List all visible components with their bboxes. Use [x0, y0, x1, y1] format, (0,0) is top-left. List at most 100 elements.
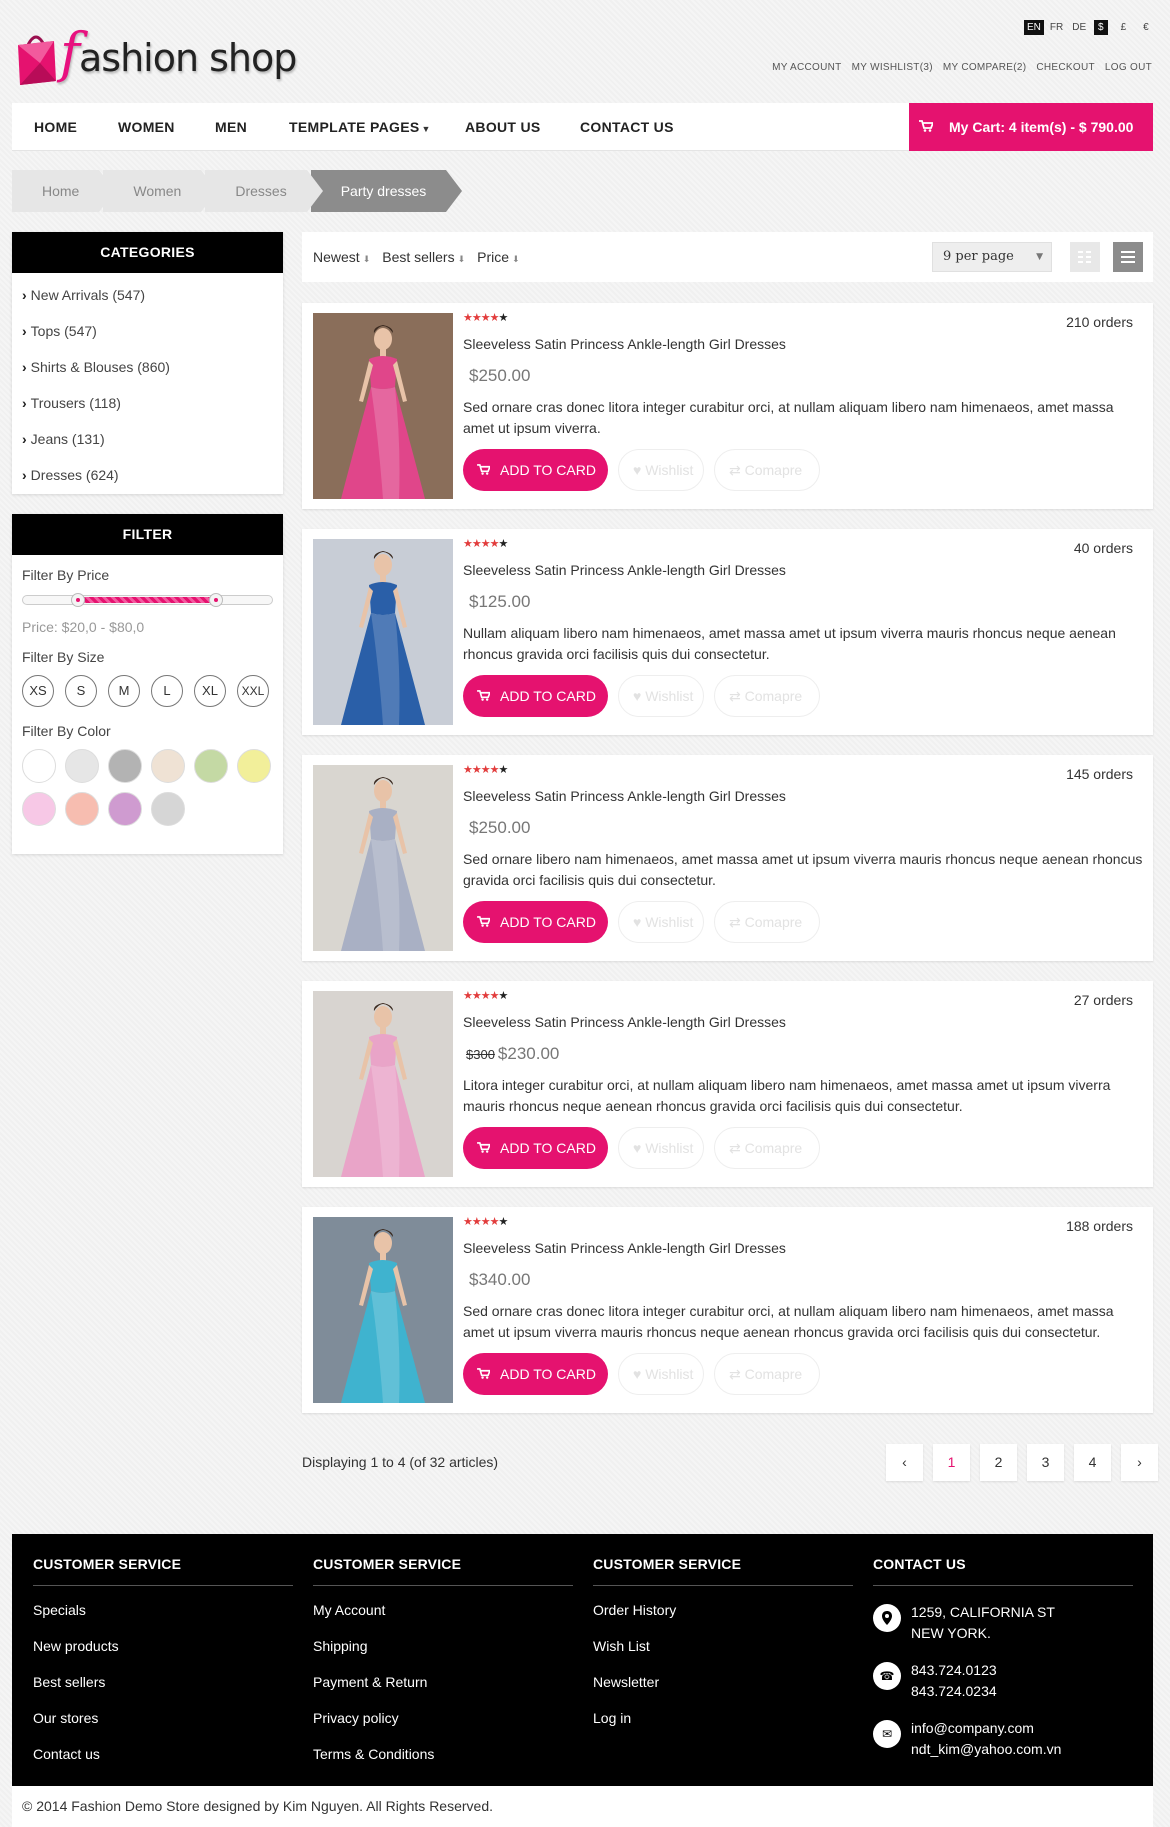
footer-link-wish-list[interactable]: Wish List — [593, 1638, 853, 1674]
product-name[interactable]: Sleeveless Satin Princess Ankle-length G… — [463, 1240, 786, 1256]
currency-gbp[interactable]: £ — [1117, 20, 1131, 35]
size-s[interactable]: S — [65, 675, 97, 707]
list-view-button[interactable] — [1113, 242, 1143, 272]
lang-en[interactable]: EN — [1024, 20, 1044, 35]
pagination-page-4[interactable]: 4 — [1074, 1444, 1111, 1481]
price-slider[interactable] — [22, 593, 273, 607]
category-item[interactable]: › Trousers (118) — [12, 385, 283, 421]
footer-link-terms[interactable]: Terms & Conditions — [313, 1746, 573, 1782]
wishlist-button[interactable]: ♥ Wishlist — [618, 1127, 704, 1169]
product-image[interactable] — [313, 991, 453, 1177]
logout-link[interactable]: LOG OUT — [1105, 62, 1152, 73]
wishlist-button[interactable]: ♥ Wishlist — [618, 1353, 704, 1395]
sort-best-sellers[interactable]: Best sellers ⬇ — [382, 249, 465, 265]
footer-link-new-products[interactable]: New products — [33, 1638, 293, 1674]
color-swatch[interactable] — [151, 749, 185, 783]
breadcrumb-home[interactable]: Home — [12, 170, 116, 212]
footer-link-contact-us[interactable]: Contact us — [33, 1746, 293, 1782]
size-xxl[interactable]: XXL — [237, 675, 269, 707]
footer-link-shipping[interactable]: Shipping — [313, 1638, 573, 1674]
product-image[interactable] — [313, 313, 453, 499]
nav-template-pages[interactable]: TEMPLATE PAGES ▼ — [289, 119, 430, 135]
nav-about-us[interactable]: ABOUT US — [465, 119, 541, 135]
footer-link-best-sellers[interactable]: Best sellers — [33, 1674, 293, 1710]
add-to-cart-button[interactable]: ADD TO CARD — [463, 675, 608, 717]
product-image[interactable] — [313, 539, 453, 725]
color-swatch[interactable] — [108, 792, 142, 826]
breadcrumb-women[interactable]: Women — [103, 170, 218, 212]
wishlist-button[interactable]: ♥ Wishlist — [618, 449, 704, 491]
color-swatch[interactable] — [22, 749, 56, 783]
grid-view-button[interactable] — [1070, 242, 1100, 272]
nav-contact-us[interactable]: CONTACT US — [580, 119, 674, 135]
compare-button[interactable]: ⇄ Comapre — [714, 449, 820, 491]
pagination-prev[interactable]: ‹ — [886, 1444, 923, 1481]
size-xs[interactable]: XS — [22, 675, 54, 707]
size-m[interactable]: M — [108, 675, 140, 707]
category-item[interactable]: › Shirts & Blouses (860) — [12, 349, 283, 385]
product-name[interactable]: Sleeveless Satin Princess Ankle-length G… — [463, 788, 786, 804]
add-to-cart-button[interactable]: ADD TO CARD — [463, 901, 608, 943]
currency-eur[interactable]: € — [1139, 20, 1153, 35]
phone-2[interactable]: 843.724.0234 — [911, 1681, 997, 1702]
nav-women[interactable]: WOMEN — [118, 119, 175, 135]
phone-1[interactable]: 843.724.0123 — [911, 1660, 997, 1681]
color-swatch[interactable] — [151, 792, 185, 826]
pagination-page-1[interactable]: 1 — [933, 1444, 970, 1481]
sort-newest[interactable]: Newest ⬇ — [313, 249, 370, 265]
add-to-cart-button[interactable]: ADD TO CARD — [463, 449, 608, 491]
wishlist-button[interactable]: ♥ Wishlist — [618, 901, 704, 943]
footer-link-order-history[interactable]: Order History — [593, 1602, 853, 1638]
color-swatch[interactable] — [65, 792, 99, 826]
category-item[interactable]: › Jeans (131) — [12, 421, 283, 457]
compare-button[interactable]: ⇄ Comapre — [714, 1353, 820, 1395]
nav-home[interactable]: HOME — [34, 119, 77, 135]
pagination-page-2[interactable]: 2 — [980, 1444, 1017, 1481]
category-item[interactable]: › New Arrivals (547) — [12, 277, 283, 313]
wishlist-button[interactable]: ♥ Wishlist — [618, 675, 704, 717]
footer-link-specials[interactable]: Specials — [33, 1602, 293, 1638]
price-min-handle[interactable] — [71, 593, 85, 607]
category-item[interactable]: › Dresses (624) — [12, 457, 283, 493]
footer-link-my-account[interactable]: My Account — [313, 1602, 573, 1638]
pagination-next[interactable]: › — [1121, 1444, 1158, 1481]
lang-de[interactable]: DE — [1069, 20, 1089, 35]
email-2[interactable]: ndt_kim@yahoo.com.vn — [911, 1739, 1061, 1760]
my-account-link[interactable]: MY ACCOUNT — [772, 62, 842, 73]
cart-button[interactable]: My Cart: 4 item(s) - $ 790.00 — [909, 103, 1153, 151]
price-max-handle[interactable] — [209, 593, 223, 607]
color-swatch[interactable] — [237, 749, 271, 783]
currency-usd[interactable]: $ — [1094, 20, 1108, 35]
compare-button[interactable]: ⇄ Comapre — [714, 1127, 820, 1169]
lang-fr[interactable]: FR — [1047, 20, 1066, 35]
color-swatch[interactable] — [22, 792, 56, 826]
site-logo[interactable]: fashion shop — [14, 22, 297, 89]
footer-link-log-in[interactable]: Log in — [593, 1710, 853, 1746]
email-1[interactable]: info@company.com — [911, 1718, 1061, 1739]
add-to-cart-button[interactable]: ADD TO CARD — [463, 1127, 608, 1169]
compare-button[interactable]: ⇄ Comapre — [714, 901, 820, 943]
product-name[interactable]: Sleeveless Satin Princess Ankle-length G… — [463, 1014, 786, 1030]
product-name[interactable]: Sleeveless Satin Princess Ankle-length G… — [463, 336, 786, 352]
footer-link-our-stores[interactable]: Our stores — [33, 1710, 293, 1746]
checkout-link[interactable]: CHECKOUT — [1036, 62, 1095, 73]
my-compare-link[interactable]: MY COMPARE(2) — [943, 62, 1027, 73]
compare-button[interactable]: ⇄ Comapre — [714, 675, 820, 717]
nav-men[interactable]: MEN — [215, 119, 247, 135]
footer-link-newsletter[interactable]: Newsletter — [593, 1674, 853, 1710]
color-swatch[interactable] — [194, 749, 228, 783]
size-l[interactable]: L — [151, 675, 183, 707]
color-swatch[interactable] — [65, 749, 99, 783]
product-name[interactable]: Sleeveless Satin Princess Ankle-length G… — [463, 562, 786, 578]
product-image[interactable] — [313, 765, 453, 951]
add-to-cart-button[interactable]: ADD TO CARD — [463, 1353, 608, 1395]
breadcrumb-dresses[interactable]: Dresses — [205, 170, 324, 212]
pagination-page-3[interactable]: 3 — [1027, 1444, 1064, 1481]
product-image[interactable] — [313, 1217, 453, 1403]
color-swatch[interactable] — [108, 749, 142, 783]
footer-link-payment-return[interactable]: Payment & Return — [313, 1674, 573, 1710]
size-xl[interactable]: XL — [194, 675, 226, 707]
category-item[interactable]: › Tops (547) — [12, 313, 283, 349]
sort-price[interactable]: Price ⬇ — [477, 249, 519, 265]
footer-link-privacy-policy[interactable]: Privacy policy — [313, 1710, 573, 1746]
